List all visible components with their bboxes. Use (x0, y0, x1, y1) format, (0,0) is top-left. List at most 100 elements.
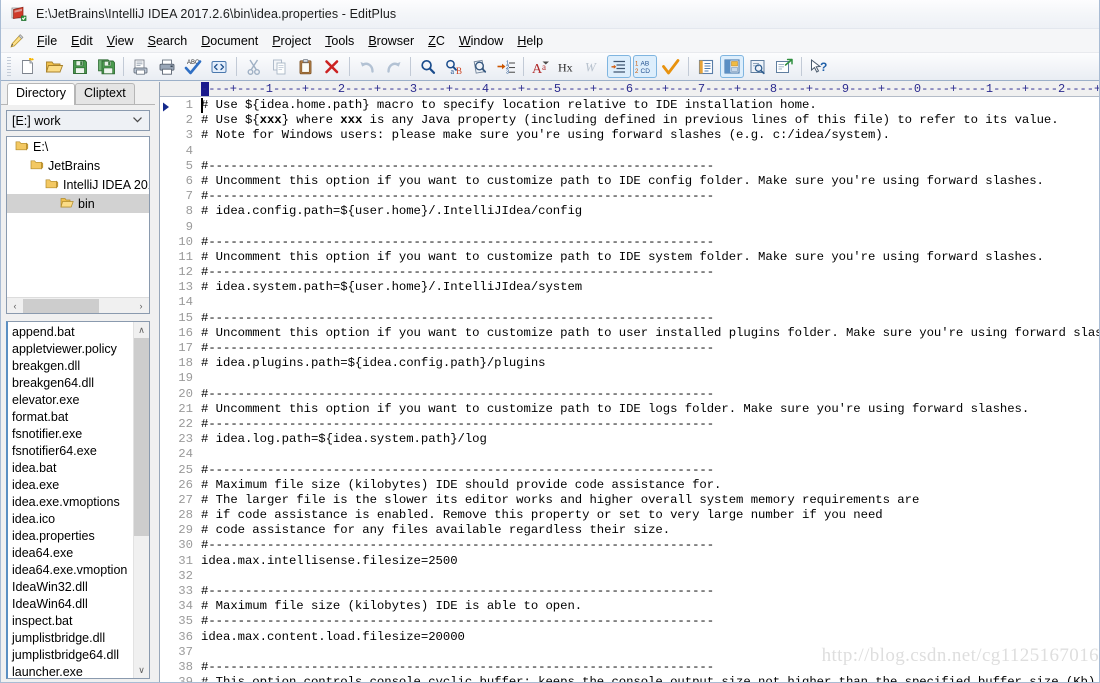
tab-cliptext[interactable]: Cliptext (75, 83, 135, 104)
editor-line[interactable]: 4 (160, 144, 1099, 159)
editor-line[interactable]: 8 # idea.config.path=${user.home}/.Intell… (160, 204, 1099, 219)
tab-directory[interactable]: Directory (7, 83, 76, 105)
menu-document[interactable]: Document (194, 32, 265, 50)
directory-tree[interactable]: E:\ JetBrains IntelliJ IDEA 201 bin ‹ › (6, 136, 150, 314)
find-in-files-icon[interactable] (468, 55, 492, 78)
editor-line[interactable]: 24 (160, 447, 1099, 462)
hex-view-icon[interactable]: Hx (555, 55, 579, 78)
file-list-item[interactable]: format.bat (12, 409, 131, 426)
editor-line[interactable]: 39 # This option controls console cyclic … (160, 675, 1099, 682)
redo-icon[interactable] (381, 55, 405, 78)
editor-line[interactable]: 26 # Maximum file size (kilobytes) IDE sh… (160, 478, 1099, 493)
file-list-item[interactable]: IdeaWin64.dll (12, 596, 131, 613)
tree-horizontal-scrollbar[interactable]: ‹ › (7, 297, 149, 313)
editor-line[interactable]: 3 # Note for Windows users: please make s… (160, 128, 1099, 143)
file-list-item[interactable]: IdeaWin32.dll (12, 579, 131, 596)
full-screen-icon[interactable] (772, 55, 796, 78)
editor-line[interactable]: 15 #-------------------------------------… (160, 311, 1099, 326)
tree-item[interactable]: E:\ (7, 137, 149, 156)
document-selector-icon[interactable] (694, 55, 718, 78)
scroll-down-arrow-icon[interactable]: ∨ (134, 662, 149, 678)
file-list-item[interactable]: append.bat (12, 324, 131, 341)
file-list-scroll-thumb[interactable] (134, 338, 149, 536)
file-list-item[interactable]: idea64.exe (12, 545, 131, 562)
drive-selector[interactable]: [E:] work (6, 110, 150, 131)
menu-zc[interactable]: ZC (421, 32, 452, 50)
menu-view[interactable]: View (100, 32, 141, 50)
editor-line[interactable]: 14 (160, 295, 1099, 310)
auto-indent-icon[interactable] (607, 55, 631, 78)
replace-icon[interactable]: a B (442, 55, 466, 78)
editor-line[interactable]: 37 (160, 645, 1099, 660)
editor-line[interactable]: 13 # idea.system.path=${user.home}/.Intel… (160, 280, 1099, 295)
scroll-up-arrow-icon[interactable]: ∧ (134, 322, 149, 338)
file-list-item[interactable]: elevator.exe (12, 392, 131, 409)
save-icon[interactable] (68, 55, 92, 78)
editor-line[interactable]: 11 # Uncomment this option if you want to… (160, 250, 1099, 265)
editor-line[interactable]: 22 #-------------------------------------… (160, 417, 1099, 432)
file-list-item[interactable]: breakgen.dll (12, 358, 131, 375)
editor-line[interactable]: 23 # idea.log.path=${idea.system.path}/lo… (160, 432, 1099, 447)
check-icon[interactable] (659, 55, 683, 78)
menu-browser[interactable]: Browser (361, 32, 421, 50)
editor-line[interactable]: 27 # The larger file is the slower its ed… (160, 493, 1099, 508)
file-list-item[interactable]: appletviewer.policy (12, 341, 131, 358)
menu-help[interactable]: Help (510, 32, 550, 50)
output-window-icon[interactable] (746, 55, 770, 78)
tree-item[interactable]: JetBrains (7, 156, 149, 175)
file-list-item[interactable]: jumplistbridge64.dll (12, 647, 131, 664)
editor-line[interactable]: 17 #-------------------------------------… (160, 341, 1099, 356)
cut-icon[interactable] (242, 55, 266, 78)
editor-line[interactable]: 38 #-------------------------------------… (160, 660, 1099, 675)
editor-line[interactable]: 5 #--------------------------------------… (160, 159, 1099, 174)
editor-line[interactable]: 28 # if code assistance is enabled. Remov… (160, 508, 1099, 523)
tree-scroll-thumb[interactable] (23, 298, 99, 313)
file-list[interactable]: append.bat appletviewer.policy breakgen.dl… (6, 321, 150, 679)
editor-line[interactable]: 20 #-------------------------------------… (160, 387, 1099, 402)
editor-line[interactable]: 1 # Use ${idea.home.path} macro to specif… (160, 98, 1099, 113)
toggle-case-icon[interactable]: A a (529, 55, 553, 78)
menu-search[interactable]: Search (141, 32, 195, 50)
editor-line[interactable]: 34 # Maximum file size (kilobytes) IDE is… (160, 599, 1099, 614)
print-preview-icon[interactable] (129, 55, 153, 78)
spell-check-icon[interactable]: ABC (181, 55, 205, 78)
tree-item[interactable]: bin (7, 194, 149, 213)
file-list-item[interactable]: idea.exe.vmoptions (12, 494, 131, 511)
editor-line[interactable]: 32 (160, 569, 1099, 584)
editor-line[interactable]: 30 #-------------------------------------… (160, 538, 1099, 553)
editor-line[interactable]: 9 (160, 220, 1099, 235)
copy-icon[interactable] (268, 55, 292, 78)
scroll-right-arrow-icon[interactable]: › (133, 298, 149, 313)
editor-line[interactable]: 31 idea.max.intellisense.filesize=2500 (160, 554, 1099, 569)
editor-line[interactable]: 12 #-------------------------------------… (160, 265, 1099, 280)
file-list-item[interactable]: idea.bat (12, 460, 131, 477)
save-all-icon[interactable] (94, 55, 118, 78)
file-list-scrollbar[interactable]: ∧ ∨ (133, 322, 149, 678)
menu-project[interactable]: Project (265, 32, 318, 50)
text-editor[interactable]: 1 # Use ${idea.home.path} macro to specif… (160, 98, 1099, 682)
print-icon[interactable] (155, 55, 179, 78)
undo-icon[interactable] (355, 55, 379, 78)
menu-tools[interactable]: Tools (318, 32, 361, 50)
open-file-icon[interactable] (42, 55, 66, 78)
goto-line-icon[interactable]: 1 2 3 (494, 55, 518, 78)
new-file-icon[interactable] (16, 55, 40, 78)
menu-window[interactable]: Window (452, 32, 510, 50)
file-list-item[interactable]: fsnotifier64.exe (12, 443, 131, 460)
file-list-item[interactable]: inspect.bat (12, 613, 131, 630)
menu-edit[interactable]: Edit (64, 32, 100, 50)
menu-file[interactable]: File (30, 32, 64, 50)
context-help-icon[interactable]: ? (807, 55, 831, 78)
file-list-item[interactable]: idea.properties (12, 528, 131, 545)
find-icon[interactable] (416, 55, 440, 78)
paste-icon[interactable] (294, 55, 318, 78)
toolbar-grip[interactable] (7, 56, 11, 77)
editor-line[interactable]: 21 # Uncomment this option if you want to… (160, 402, 1099, 417)
file-list-item[interactable]: idea.ico (12, 511, 131, 528)
file-list-item[interactable]: idea64.exe.vmoption (12, 562, 131, 579)
file-list-item[interactable]: launcher.exe (12, 664, 131, 678)
editor-line[interactable]: 33 #-------------------------------------… (160, 584, 1099, 599)
file-list-item[interactable]: breakgen64.dll (12, 375, 131, 392)
editor-line[interactable]: 18 # idea.plugins.path=${idea.config.path… (160, 356, 1099, 371)
editor-line[interactable]: 35 #-------------------------------------… (160, 614, 1099, 629)
